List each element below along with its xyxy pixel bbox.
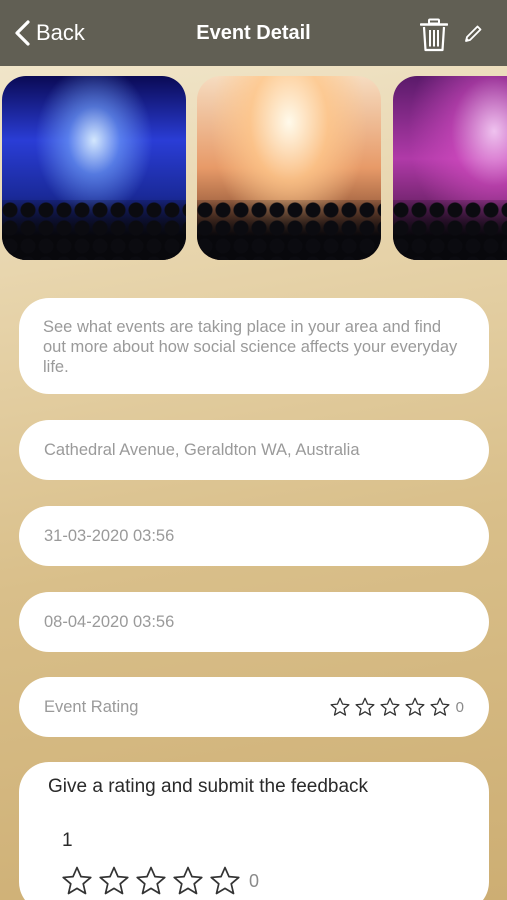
trash-icon[interactable] bbox=[420, 18, 448, 52]
event-end-datetime-field: 08-04-2020 03:56 bbox=[19, 592, 489, 652]
event-start-datetime-field: 31-03-2020 03:56 bbox=[19, 506, 489, 566]
event-description-field: See what events are taking place in your… bbox=[19, 298, 489, 394]
star-outline-icon[interactable] bbox=[171, 864, 205, 898]
event-end-datetime-value: 08-04-2020 03:56 bbox=[44, 612, 175, 631]
event-rating-count: 0 bbox=[455, 698, 464, 716]
back-button[interactable]: Back bbox=[14, 0, 85, 66]
back-label: Back bbox=[36, 20, 85, 45]
event-rating-stars: 0 bbox=[326, 696, 464, 718]
star-outline-icon[interactable] bbox=[60, 864, 94, 898]
event-photo-concert-blue[interactable] bbox=[2, 76, 186, 260]
feedback-rating-stars[interactable]: 0 bbox=[60, 864, 460, 898]
star-outline-icon bbox=[405, 697, 425, 716]
event-rating-row: Event Rating 0 bbox=[19, 677, 489, 737]
feedback-card: Give a rating and submit the feedback 1 … bbox=[19, 762, 489, 900]
star-outline-icon[interactable] bbox=[208, 864, 242, 898]
event-photo-concert-gold[interactable] bbox=[197, 76, 381, 260]
feedback-rating-count: 0 bbox=[249, 870, 260, 891]
star-outline-icon bbox=[355, 697, 375, 716]
event-location-field: Cathedral Avenue, Geraldton WA, Australi… bbox=[19, 420, 489, 480]
event-photo-gallery[interactable] bbox=[0, 76, 507, 260]
star-outline-icon[interactable] bbox=[134, 864, 168, 898]
feedback-title: Give a rating and submit the feedback bbox=[48, 776, 369, 797]
star-outline-icon bbox=[430, 697, 450, 716]
top-nav-bar: Back Event Detail bbox=[0, 0, 507, 66]
event-photo-concert-purple[interactable] bbox=[393, 76, 507, 260]
pencil-icon[interactable] bbox=[463, 24, 483, 44]
feedback-number: 1 bbox=[62, 830, 73, 851]
chevron-left-icon bbox=[15, 20, 30, 46]
star-outline-icon bbox=[330, 697, 350, 716]
star-outline-icon bbox=[380, 697, 400, 716]
page-title: Event Detail bbox=[196, 21, 311, 44]
event-start-datetime-value: 31-03-2020 03:56 bbox=[44, 526, 175, 545]
event-location-value: Cathedral Avenue, Geraldton WA, Australi… bbox=[44, 440, 360, 459]
event-rating-label: Event Rating bbox=[44, 697, 139, 716]
star-outline-icon[interactable] bbox=[97, 864, 131, 898]
